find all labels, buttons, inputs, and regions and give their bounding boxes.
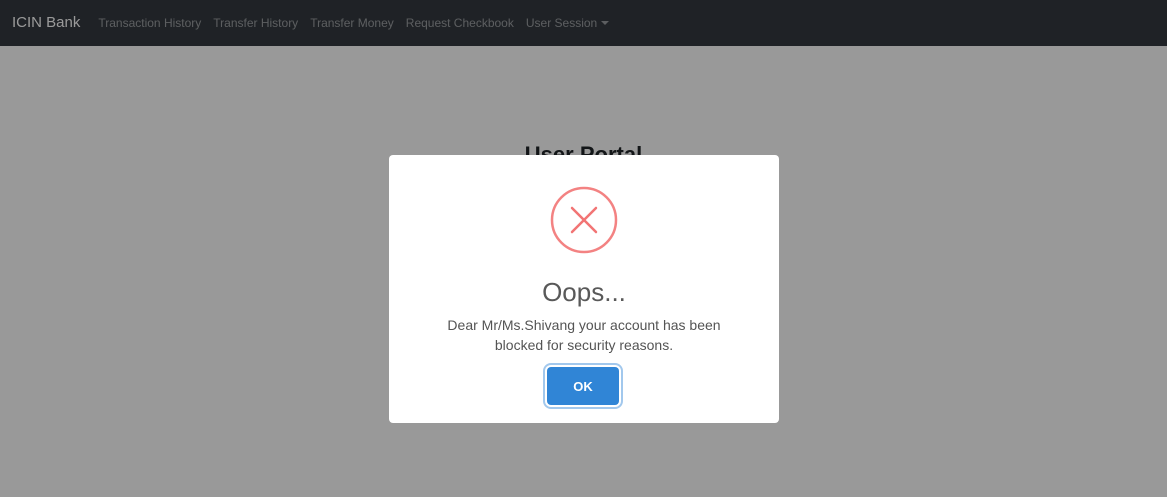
ok-button[interactable]: OK [547,367,619,405]
dialog-title: Oops... [542,277,626,307]
error-dialog: Oops... Dear Mr/Ms.Shivang your account … [389,155,779,423]
dialog-message: Dear Mr/Ms.Shivang your account has been… [447,317,721,353]
error-x-icon [550,186,618,254]
